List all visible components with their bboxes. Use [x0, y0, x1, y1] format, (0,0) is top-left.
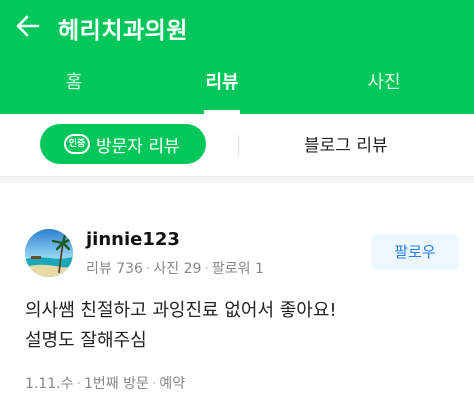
visit-date: 1.11.수 [25, 376, 74, 392]
beach-photo-avatar-icon [25, 229, 73, 277]
visit-count: 1번째 방문 [83, 376, 149, 392]
user-stats: 리뷰 736 · 사진 29 · 팔로워 1 [86, 258, 264, 278]
subtab-divider [238, 134, 239, 156]
follow-button[interactable]: 팔로우 [371, 234, 459, 270]
app-header: 헤리치과의원 [0, 0, 474, 52]
review-username[interactable]: jinnie123 [86, 229, 180, 250]
visitor-review-tab[interactable]: 인증 방문자 리뷰 [40, 124, 206, 164]
tab-photos[interactable]: 사진 [334, 52, 434, 114]
review-text: 의사쌤 친절하고 과잉진료 없어서 좋아요! 설명도 잘해주심 [25, 296, 455, 356]
page-title: 헤리치과의원 [58, 18, 188, 44]
separator-dot: · [204, 261, 209, 277]
separator-dot: · [151, 376, 157, 392]
review-count: 리뷰 736 [86, 261, 143, 277]
review-text-line: 설명도 잘해주심 [25, 330, 147, 351]
visit-type: 예약 [159, 376, 186, 392]
tab-reviews[interactable]: 리뷰 [172, 52, 272, 114]
section-gap [0, 177, 474, 183]
arrow-left-icon[interactable] [12, 10, 44, 42]
user-avatar[interactable] [25, 229, 73, 277]
main-tabs: 홈 리뷰 사진 [0, 52, 474, 114]
certified-badge-icon: 인증 [64, 134, 90, 154]
follower-count: 팔로워 1 [211, 261, 264, 277]
review-footer: 1.11.수 · 1번째 방문 · 예약 [25, 373, 185, 393]
tab-home[interactable]: 홈 [24, 52, 124, 114]
review-type-tabs: 인증 방문자 리뷰 블로그 리뷰 [0, 114, 474, 177]
visitor-review-label: 방문자 리뷰 [96, 137, 180, 157]
separator-dot: · [76, 376, 81, 392]
blog-review-tab[interactable]: 블로그 리뷰 [304, 131, 388, 156]
separator-dot: · [145, 261, 151, 277]
photo-count: 사진 29 [153, 261, 202, 277]
review-text-line: 의사쌤 친절하고 과잉진료 없어서 좋아요! [25, 300, 337, 321]
